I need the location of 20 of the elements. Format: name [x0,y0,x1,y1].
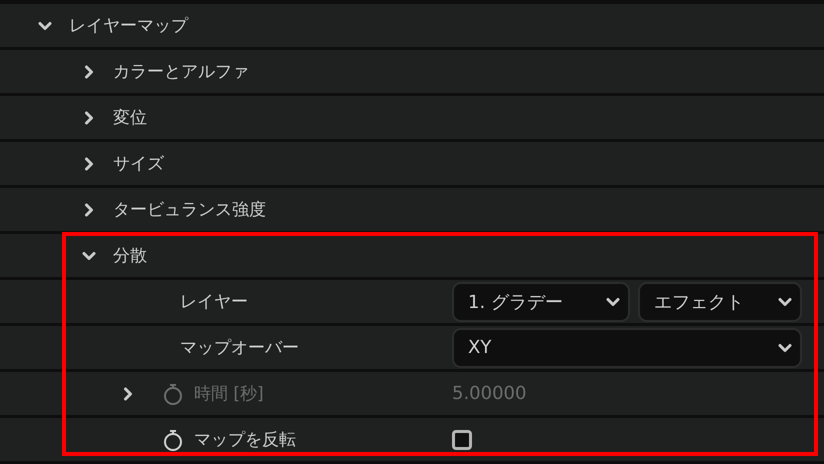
property-label: 時間 [秒] [194,383,264,405]
chevron-right-icon [82,64,96,78]
group-label[interactable]: 変位 [113,106,147,129]
dropdown[interactable]: XY [452,328,802,368]
group-label[interactable]: レイヤーマップ [69,14,188,37]
property-label: マップを反転 [194,429,296,451]
stopwatch-icon[interactable] [163,428,183,450]
dropdown[interactable]: 1. グラデー [452,282,630,322]
chevron-right-icon [82,110,96,124]
group-label[interactable]: タービュランス強度 [113,198,266,221]
group-label[interactable]: カラーとアルファ [113,60,249,83]
group-label[interactable]: サイズ [113,152,164,175]
chevron-right-icon [121,386,135,400]
group-label[interactable]: 分散 [113,244,147,267]
checkbox[interactable] [452,430,472,450]
property-label: レイヤー [180,291,248,313]
property-label: マップオーバー [180,337,299,359]
chevron-right-icon [82,156,96,170]
chevron-right-icon [82,202,96,216]
dropdown[interactable]: エフェクト [638,282,802,322]
